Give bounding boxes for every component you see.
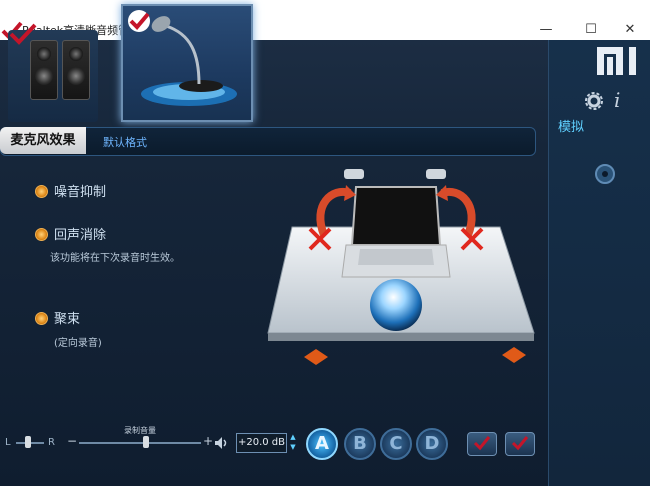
gain-up-icon[interactable]: ▲ — [288, 433, 298, 442]
beamforming-label: 聚束 — [54, 312, 81, 327]
audio-jack-icon[interactable] — [594, 163, 616, 185]
preset-c-button[interactable]: C — [380, 428, 412, 460]
speaker-right-icon — [62, 40, 90, 100]
balance-left-label: L — [5, 437, 11, 448]
noise-suppression-radio[interactable] — [35, 185, 48, 198]
gear-icon[interactable] — [585, 92, 603, 110]
volume-plus: + — [203, 434, 214, 448]
mi-logo-icon — [597, 47, 636, 75]
echo-cancellation-radio[interactable] — [35, 228, 48, 241]
info-icon[interactable]: i — [614, 88, 620, 112]
speakers-check-icon — [9, 23, 37, 45]
tab-default-format[interactable]: 默认格式 — [103, 134, 147, 150]
beamforming-radio[interactable] — [35, 312, 48, 325]
volume-slider-thumb[interactable] — [143, 436, 150, 448]
tab-microphone-effects[interactable]: 麦克风效果 — [0, 127, 86, 154]
volume-minus: − — [67, 434, 78, 448]
maximize-button[interactable]: ☐ — [578, 21, 604, 39]
beamforming-note: (定向录音) — [54, 338, 102, 349]
echo-cancellation-note: 该功能将在下次录音时生效。 — [50, 253, 180, 264]
noise-suppression-label: 噪音抑制 — [54, 185, 107, 200]
check-pen-icon — [511, 436, 529, 451]
speaker-volume-icon[interactable] — [214, 436, 230, 450]
preset-d-button[interactable]: D — [416, 428, 448, 460]
close-button[interactable]: ✕ — [617, 21, 643, 39]
balance-slider-thumb[interactable] — [25, 436, 31, 448]
minimize-button[interactable]: — — [533, 21, 559, 39]
echo-cancellation-label: 回声消除 — [54, 228, 107, 243]
preset-b-button[interactable]: B — [344, 428, 376, 460]
check-icon — [473, 436, 491, 451]
gain-field[interactable]: +20.0 dB — [236, 433, 287, 453]
balance-right-label: R — [48, 437, 55, 448]
microphone-check-icon — [128, 10, 150, 32]
analog-label: 模拟 — [558, 120, 585, 135]
gain-down-icon[interactable]: ▼ — [288, 443, 298, 452]
preset-a-button[interactable]: A — [306, 428, 338, 460]
speaker-left-icon — [30, 40, 58, 100]
beamforming-illustration — [267, 169, 535, 365]
volume-track — [79, 442, 201, 444]
volume-label: 录制音量 — [124, 426, 156, 435]
